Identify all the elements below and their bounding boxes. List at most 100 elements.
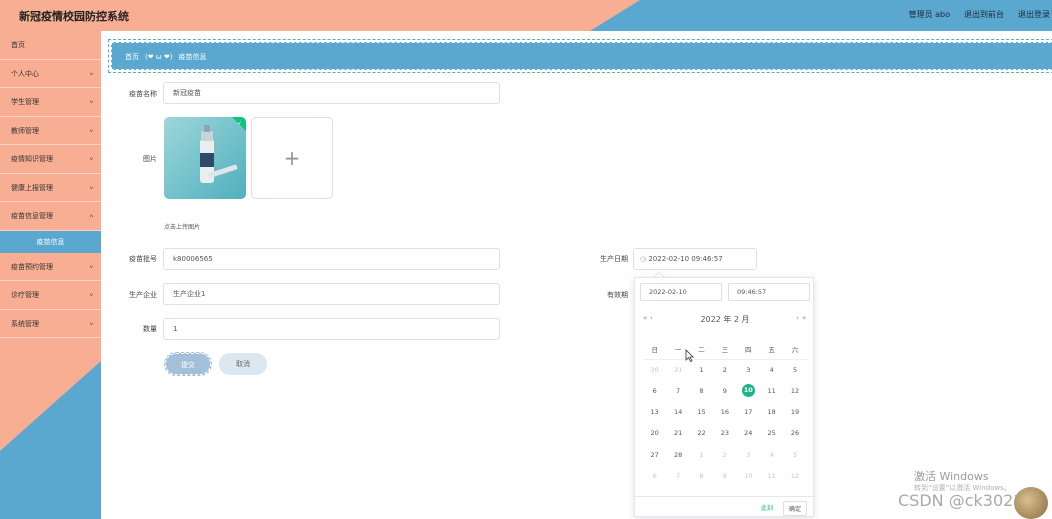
logout-link[interactable]: 退出登录 <box>1018 9 1050 20</box>
day-cell[interactable]: 8 <box>690 472 713 480</box>
day-cell[interactable]: 4 <box>760 366 783 374</box>
day-cell[interactable]: 13 <box>643 408 666 416</box>
day-cell[interactable]: 26 <box>783 429 806 437</box>
quantity-label: 数量 <box>143 325 157 333</box>
day-cell[interactable]: 25 <box>760 429 783 437</box>
windows-activation-title: 激活 Windows <box>914 470 989 483</box>
day-cell[interactable]: 27 <box>643 451 666 459</box>
day-cell[interactable]: 3 <box>737 451 760 459</box>
day-cell[interactable]: 23 <box>713 429 736 437</box>
day-cell[interactable]: 9 <box>713 387 736 395</box>
weekday-label: 六 <box>791 345 799 354</box>
day-cell[interactable]: 6 <box>643 387 666 395</box>
weekday-label: 四 <box>745 345 752 354</box>
vaccine-name-input[interactable]: 新冠疫苗 <box>163 82 500 104</box>
day-cell[interactable]: 9 <box>713 472 736 480</box>
sidebar-item-students[interactable]: 学生管理 ∨ <box>0 88 101 117</box>
sidebar-item-label: 教师管理 <box>11 126 39 135</box>
sidebar-item-health-report[interactable]: 健康上报管理 ∨ <box>0 174 101 202</box>
week-row: 27 28 1 2 3 4 5 <box>643 444 807 465</box>
day-cell[interactable]: 15 <box>690 408 713 416</box>
day-cell[interactable]: 7 <box>666 472 689 480</box>
day-cell[interactable]: 2 <box>713 451 736 459</box>
day-cell[interactable]: 5 <box>783 451 806 459</box>
mfg-date-value: 2022-02-10 09:46:57 <box>648 255 723 263</box>
back-to-front-link[interactable]: 退出到前台 <box>964 9 1004 20</box>
chevron-down-icon: ∨ <box>88 321 94 326</box>
plus-icon: + <box>283 146 301 170</box>
svg-text:✓: ✓ <box>237 120 242 127</box>
admin-label: 管理员 abo <box>908 10 950 19</box>
day-cell[interactable]: 7 <box>666 387 689 395</box>
app-title: 新冠疫情校园防控系统 <box>19 10 129 23</box>
day-cell[interactable]: 14 <box>666 408 689 416</box>
day-cell[interactable]: 11 <box>760 387 783 395</box>
sidebar-item-teachers[interactable]: 教师管理 ∨ <box>0 117 101 145</box>
picker-time-input[interactable]: 09:46:57 <box>728 283 810 301</box>
sidebar-item-system[interactable]: 系统管理 ∨ <box>0 310 101 338</box>
submit-button[interactable]: 提交 <box>164 352 212 376</box>
week-row: 6 7 8 9 10 11 12 <box>643 465 807 486</box>
day-cell[interactable]: 31 <box>666 366 689 374</box>
sidebar-subitem-vaccine-info[interactable]: 疫苗信息 <box>0 230 101 253</box>
day-cell[interactable]: 19 <box>783 408 806 416</box>
next-year-icon[interactable]: » <box>802 314 806 322</box>
now-button[interactable]: 此刻 <box>761 503 773 512</box>
sidebar-item-label: 学生管理 <box>11 98 39 106</box>
batch-number-input[interactable]: k80006565 <box>163 248 500 270</box>
day-cell[interactable]: 24 <box>737 429 760 437</box>
day-cell[interactable]: 12 <box>783 387 806 395</box>
day-cell[interactable]: 22 <box>690 429 713 437</box>
company-input[interactable]: 生产企业1 <box>163 283 500 305</box>
day-cell[interactable]: 18 <box>760 408 783 416</box>
quantity-input[interactable]: 1 <box>163 318 500 340</box>
chevron-down-icon: ∨ <box>88 99 94 105</box>
confirm-button[interactable]: 确定 <box>782 501 807 516</box>
sidebar-item-label: 个人中心 <box>11 69 39 78</box>
csdn-watermark: CSDN @ck3021 <box>898 491 1024 510</box>
day-cell[interactable]: 1 <box>690 366 713 374</box>
day-cell[interactable]: 11 <box>760 472 783 480</box>
sidebar-item-vaccine-info-mgmt[interactable]: 疫苗信息管理 ∧ <box>0 202 101 231</box>
chevron-up-icon: ∧ <box>88 213 94 219</box>
breadcrumb-current: 疫苗信息 <box>178 53 207 61</box>
mfg-date-input[interactable]: ◷ 2022-02-10 09:46:57 <box>633 248 757 270</box>
day-cell[interactable]: 30 <box>643 366 666 374</box>
sidebar-item-treatment[interactable]: 诊疗管理 ∨ <box>0 281 101 310</box>
cancel-button[interactable]: 取消 <box>219 353 267 375</box>
day-cell[interactable]: 21 <box>666 429 689 437</box>
sidebar-item-home[interactable]: 首页 <box>0 31 101 60</box>
sidebar-item-label: 疫苗信息管理 <box>11 212 53 220</box>
day-cell[interactable]: 1 <box>690 451 713 459</box>
breadcrumb-home[interactable]: 首页 <box>125 52 139 62</box>
day-cell[interactable]: 28 <box>666 451 689 459</box>
day-cell[interactable]: 8 <box>690 387 713 395</box>
sidebar-item-vaccine-booking[interactable]: 疫苗预约管理 ∨ <box>0 253 101 281</box>
image-label: 图片 <box>143 155 157 163</box>
vaccine-photo: ✓ <box>164 117 246 199</box>
day-cell[interactable]: 4 <box>760 451 783 459</box>
vaccine-image[interactable]: ✓ <box>164 117 246 199</box>
sidebar-item-personal-center[interactable]: 个人中心 ∨ <box>0 60 101 88</box>
day-cell[interactable]: 2 <box>713 366 736 374</box>
picker-title[interactable]: 2022 年 2 月 <box>635 314 815 325</box>
day-cell[interactable]: 3 <box>737 366 760 374</box>
sidebar-menu: 首页 个人中心 ∨ 学生管理 ∨ 教师管理 ∨ 疫情知识管理 ∨ 健康上报管理 ∨ 疫苗信… <box>0 31 101 338</box>
day-cell[interactable]: 5 <box>783 366 806 374</box>
sidebar-item-label: 诊疗管理 <box>11 291 39 299</box>
day-cell-selected[interactable]: 10 <box>737 384 760 398</box>
day-cell[interactable]: 6 <box>643 472 666 480</box>
sidebar-item-epidemic-knowledge[interactable]: 疫情知识管理 ∨ <box>0 145 101 174</box>
day-cell[interactable]: 12 <box>783 472 806 480</box>
image-upload-button[interactable]: + <box>251 117 333 199</box>
picker-date-input[interactable]: 2022-02-10 <box>640 283 722 301</box>
day-cell[interactable]: 20 <box>643 429 666 437</box>
watermark-avatar <box>1014 487 1048 519</box>
header-actions: 管理员 abo 退出到前台 退出登录 <box>909 9 1050 20</box>
company-label: 生产企业 <box>129 291 157 299</box>
next-month-icon[interactable]: › <box>796 314 799 322</box>
day-cell[interactable]: 17 <box>737 408 760 416</box>
week-row: 6 7 8 9 10 11 12 <box>643 380 807 401</box>
day-cell[interactable]: 16 <box>713 408 736 416</box>
day-cell[interactable]: 10 <box>737 472 760 480</box>
